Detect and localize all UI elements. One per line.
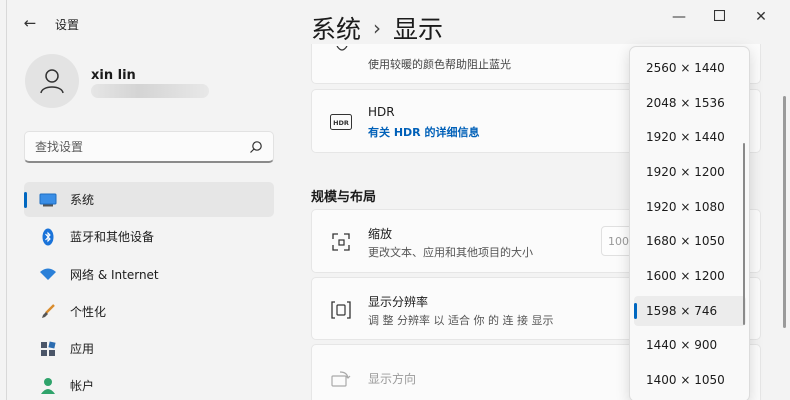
scale-subtitle: 更改文本、应用和其他项目的大小 [368, 246, 533, 259]
night-light-subtitle: 使用较暖的颜色帮助阻止蓝光 [368, 58, 511, 71]
hdr-info-link[interactable]: 有关 HDR 的详细信息 [368, 124, 479, 140]
resolution-option[interactable]: 1600 × 1200 [634, 261, 746, 291]
sidebar-item-network[interactable]: 网络 & Internet [24, 257, 274, 292]
apps-icon [38, 339, 58, 359]
page-title: 显示 [393, 15, 444, 44]
wifi-icon [38, 264, 58, 284]
resolution-subtitle: 调 整 分辨率 以 适合 你 的 连 接 显示 [368, 314, 554, 327]
scale-title: 缩放 [368, 227, 393, 241]
close-icon[interactable]: ✕ [749, 8, 773, 26]
section-heading: 规模与布局 [311, 190, 377, 205]
hdr-icon: HDR [330, 112, 352, 132]
sidebar-item-apps[interactable]: 应用 [24, 331, 274, 366]
sidebar-item-label: 系统 [70, 193, 95, 207]
sidebar-item-label: 帐户 [70, 379, 95, 394]
sidebar-item-label: 蓝牙和其他设备 [70, 230, 155, 245]
resolution-option[interactable]: 1440 × 900 [634, 330, 746, 360]
sun-icon [336, 46, 348, 51]
sidebar-item-personalization[interactable]: 个性化 [24, 294, 274, 329]
person-icon [40, 69, 64, 94]
search-icon[interactable] [249, 140, 263, 154]
sidebar-item-label: 个性化 [70, 304, 107, 319]
sidebar-item-system[interactable]: 系统 [24, 182, 274, 217]
resolution-option[interactable]: 1920 × 1200 [634, 157, 746, 187]
maximize-icon[interactable] [707, 8, 731, 26]
breadcrumb: 系统 › 显示 [311, 10, 443, 46]
resolution-option[interactable]: 1680 × 1050 [634, 226, 746, 256]
app-title: 设置 [55, 18, 80, 32]
monitor-icon [38, 190, 58, 210]
minimize-icon[interactable]: — [667, 8, 691, 26]
avatar[interactable] [25, 54, 79, 108]
hdr-title: HDR [368, 105, 395, 119]
sidebar-item-accounts[interactable]: 帐户 [24, 368, 274, 400]
search-input[interactable] [35, 138, 235, 156]
orientation-icon [330, 369, 352, 389]
sidebar-item-bluetooth[interactable]: 蓝牙和其他设备 [24, 219, 274, 254]
orientation-title: 显示方向 [368, 372, 417, 386]
resolution-icon [330, 300, 352, 320]
resolution-option[interactable]: 1920 × 1080 [634, 192, 746, 222]
resolution-option[interactable]: 1920 × 1440 [634, 122, 746, 152]
account-icon [38, 376, 58, 396]
search-box[interactable] [24, 131, 274, 163]
svg-text:HDR: HDR [333, 119, 349, 127]
scale-icon [330, 232, 352, 252]
user-email-redacted [91, 84, 209, 98]
resolution-option[interactable]: 2560 × 1440 [634, 53, 746, 83]
sidebar-item-label: 网络 & Internet [70, 267, 159, 282]
brush-icon [38, 301, 58, 321]
resolution-title: 显示分辨率 [368, 295, 429, 309]
breadcrumb-parent[interactable]: 系统 [311, 10, 361, 46]
dropdown-scrollbar[interactable] [743, 143, 745, 325]
resolution-dropdown[interactable]: 2560 × 1440 2048 × 1536 1920 × 1440 1920… [629, 46, 750, 400]
user-name: xin lin [91, 68, 136, 83]
page-scrollbar[interactable] [783, 96, 786, 328]
resolution-option[interactable]: 2048 × 1536 [634, 88, 746, 118]
resolution-option[interactable]: 1400 × 1050 [634, 365, 746, 395]
back-arrow-icon[interactable]: ← [21, 14, 39, 32]
bluetooth-icon [38, 227, 58, 247]
sidebar-item-label: 应用 [70, 342, 95, 357]
sidebar-nav: 系统 蓝牙和其他设备 网络 & Internet 个性化 应用 帐户 [24, 182, 274, 400]
settings-window: ← 设置 — ✕ xin lin 系统 [6, 0, 790, 400]
resolution-option-selected[interactable]: 1598 × 746 [634, 296, 746, 326]
breadcrumb-separator: › [373, 16, 382, 40]
